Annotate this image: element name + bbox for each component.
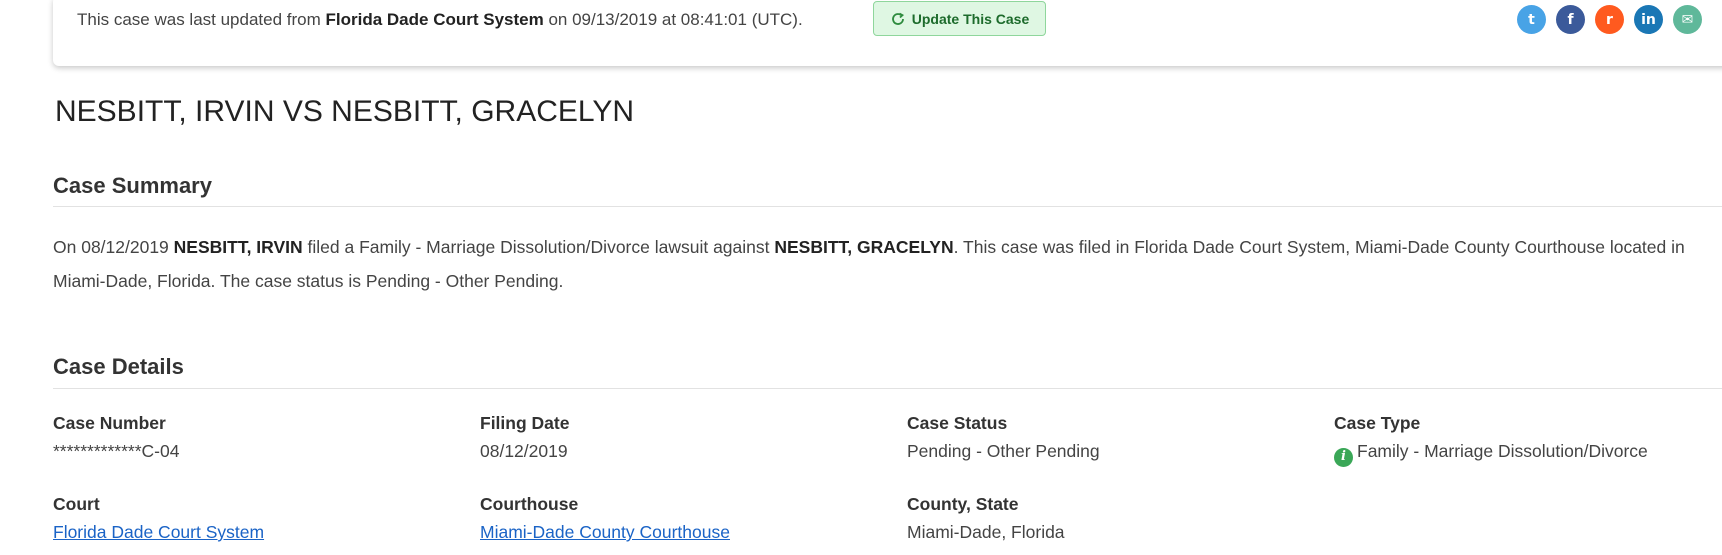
case-title: NESBITT, IRVIN VS NESBITT, GRACELYN: [55, 95, 635, 128]
divider: [53, 206, 1722, 207]
case-status-field: Case Status Pending - Other Pending: [907, 411, 1100, 463]
reddit-icon[interactable]: r: [1595, 5, 1624, 34]
case-type-field: Case Type i Family - Marriage Dissolution…: [1334, 411, 1648, 467]
update-case-label: Update This Case: [911, 10, 1030, 27]
courthouse-link[interactable]: Miami-Dade County Courthouse: [480, 522, 730, 542]
county-state-value: Miami-Dade, Florida: [907, 522, 1065, 542]
case-type-value: Family - Marriage Dissolution/Divorce: [1357, 441, 1648, 461]
courthouse-field: Courthouse Miami-Dade County Courthouse: [480, 492, 730, 544]
case-type-label: Case Type: [1334, 413, 1421, 433]
refresh-icon: [890, 11, 906, 27]
source-name: Florida Dade Court System: [325, 10, 544, 29]
defendant-name: NESBITT, GRACELYN: [774, 237, 954, 257]
plaintiff-name: NESBITT, IRVIN: [173, 237, 303, 257]
county-state-field: County, State Miami-Dade, Florida: [907, 492, 1065, 544]
case-details-heading: Case Details: [53, 354, 184, 379]
county-state-label: County, State: [907, 494, 1019, 514]
linkedin-icon[interactable]: in: [1634, 5, 1663, 34]
info-icon[interactable]: i: [1334, 447, 1353, 467]
case-status-label: Case Status: [907, 413, 1008, 433]
twitter-icon[interactable]: t: [1517, 5, 1546, 34]
email-icon[interactable]: ✉: [1673, 5, 1702, 34]
update-case-button[interactable]: Update This Case: [873, 1, 1046, 36]
case-summary-heading: Case Summary: [53, 173, 212, 198]
case-number-value: *************C-04: [53, 441, 180, 461]
case-number-label: Case Number: [53, 413, 166, 433]
case-status-value: Pending - Other Pending: [907, 441, 1100, 461]
last-updated-text: This case was last updated from Florida …: [77, 10, 803, 29]
facebook-icon[interactable]: f: [1556, 5, 1585, 34]
filing-date-field: Filing Date 08/12/2019: [480, 411, 569, 463]
case-number-field: Case Number *************C-04: [53, 411, 179, 463]
filing-date-label: Filing Date: [480, 413, 570, 433]
court-label: Court: [53, 494, 100, 514]
court-field: Court Florida Dade Court System: [53, 492, 264, 544]
divider: [53, 388, 1722, 389]
courthouse-label: Courthouse: [480, 494, 579, 514]
court-link[interactable]: Florida Dade Court System: [53, 522, 264, 542]
share-icons: t f r in ✉: [1517, 5, 1702, 34]
filing-date-value: 08/12/2019: [480, 441, 568, 461]
case-summary-text: On 08/12/2019 NESBITT, IRVIN filed a Fam…: [53, 237, 1685, 291]
